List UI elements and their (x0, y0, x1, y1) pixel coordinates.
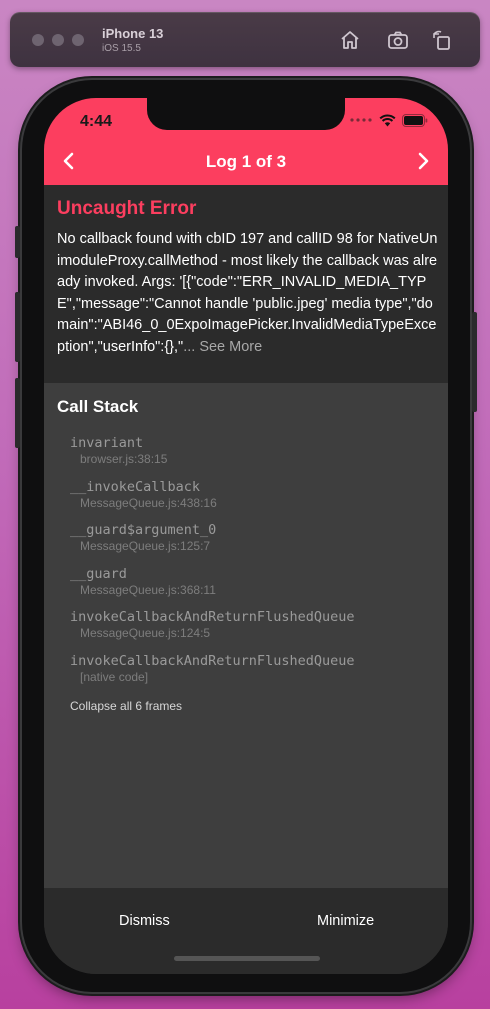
call-stack-title: Call Stack (57, 397, 139, 416)
device-os-version: iOS 15.5 (102, 43, 141, 54)
phone-frame: 4:44 Log 1 of 3 Uncaught Error No callba… (15, 80, 477, 992)
mute-switch (15, 226, 20, 258)
next-log-button[interactable] (412, 150, 434, 172)
volume-up-button (15, 292, 20, 362)
collapse-frames-button[interactable]: Collapse all 6 frames (70, 699, 182, 713)
frame-function-name: invokeCallbackAndReturnFlushedQueue (70, 609, 355, 626)
device-name: iPhone 13 (102, 26, 164, 41)
app-screen: 4:44 Log 1 of 3 Uncaught Error No callba… (44, 98, 448, 974)
stack-frame[interactable]: invokeCallbackAndReturnFlushedQueue Mess… (70, 608, 430, 652)
stack-frame-list: invariant browser.js:38:15 __invokeCallb… (70, 434, 430, 696)
see-more-link[interactable]: ... See More (183, 339, 262, 355)
battery-icon (402, 113, 428, 127)
frame-function-name: __guard (70, 565, 127, 582)
window-close-dot[interactable] (32, 34, 44, 46)
status-icons (349, 112, 428, 128)
frame-location: MessageQueue.js:368:11 (80, 582, 216, 597)
frame-location: MessageQueue.js:438:16 (80, 495, 217, 510)
frame-location: browser.js:38:15 (80, 452, 168, 466)
frame-function-name: __invokeCallback (70, 478, 201, 495)
dismiss-button[interactable]: Dismiss (119, 913, 170, 929)
chevron-right-icon (418, 152, 429, 170)
error-message-text: No callback found with cbID 197 and call… (57, 231, 438, 355)
bottom-action-bar: Dismiss Minimize (44, 888, 448, 974)
simulator-toolbar: iPhone 13 iOS 15.5 (10, 12, 480, 67)
frame-function-name: __guard$argument_0 (70, 522, 217, 539)
error-message-section[interactable]: Uncaught Error No callback found with cb… (44, 185, 448, 383)
error-title: Uncaught Error (57, 198, 197, 219)
home-icon[interactable] (338, 28, 362, 52)
status-time: 4:44 (80, 113, 113, 130)
stack-frame[interactable]: invokeCallbackAndReturnFlushedQueue [nat… (70, 652, 430, 696)
frame-function-name: invokeCallbackAndReturnFlushedQueue (70, 652, 355, 669)
volume-down-button (15, 378, 20, 448)
window-minimize-dot[interactable] (52, 34, 64, 46)
wifi-icon (379, 113, 396, 126)
error-message: No callback found with cbID 197 and call… (57, 229, 439, 358)
call-stack-section: Call Stack invariant browser.js:38:15 __… (44, 383, 448, 888)
log-title: Log 1 of 3 (205, 152, 287, 171)
frame-function-name: invariant (70, 435, 144, 451)
frame-location: MessageQueue.js:125:7 (80, 539, 211, 554)
stack-frame[interactable]: __guard MessageQueue.js:368:11 (70, 565, 430, 609)
window-zoom-dot[interactable] (72, 34, 84, 46)
frame-location: [native code] (80, 669, 149, 684)
frame-location: MessageQueue.js:124:5 (80, 626, 211, 641)
minimize-button[interactable]: Minimize (317, 913, 374, 929)
screenshot-icon[interactable] (386, 28, 410, 52)
log-header: 4:44 Log 1 of 3 (44, 98, 448, 185)
stack-frame[interactable]: __invokeCallback MessageQueue.js:438:16 (70, 478, 430, 522)
power-button (472, 312, 477, 412)
notch (147, 98, 345, 130)
signal-dots-icon (350, 118, 372, 122)
home-indicator[interactable] (174, 956, 320, 961)
rotate-icon[interactable] (430, 28, 454, 52)
stack-frame[interactable]: invariant browser.js:38:15 (70, 434, 430, 478)
stack-frame[interactable]: __guard$argument_0 MessageQueue.js:125:7 (70, 521, 430, 565)
